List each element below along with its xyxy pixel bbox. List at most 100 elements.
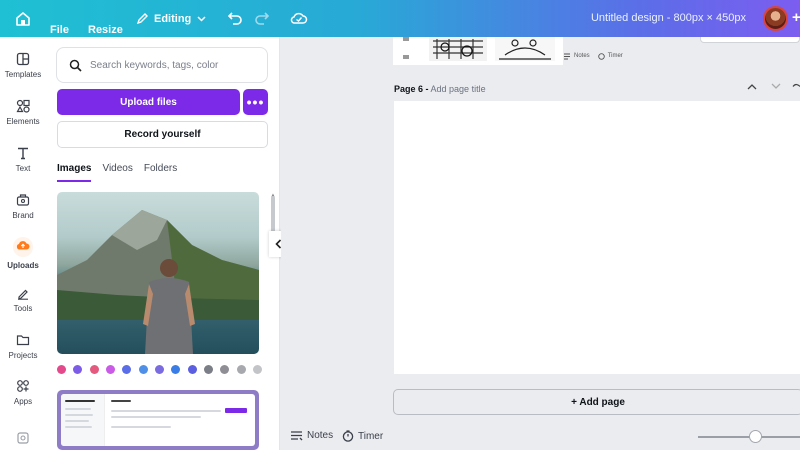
document-title[interactable]: Untitled design - 800px × 450px [591, 12, 746, 24]
notes-button[interactable]: Notes [290, 430, 333, 441]
redo-icon [255, 12, 270, 25]
screenshot-preview [61, 394, 255, 446]
rail-item-text[interactable]: Text [0, 146, 46, 173]
app-icon[interactable] [57, 365, 66, 374]
text-icon [18, 147, 28, 160]
timer-label: Timer [358, 430, 384, 442]
top-toolbar: File Resize Editing Untitled design - 80… [0, 0, 800, 37]
app-icon[interactable] [220, 365, 230, 374]
screenshot-line [65, 400, 95, 402]
rail-label: Tools [13, 304, 33, 313]
rail-item-elements[interactable]: Elements [0, 99, 46, 126]
home-button[interactable] [14, 10, 32, 27]
uploaded-image-screenshot[interactable] [57, 390, 259, 450]
save-status-button[interactable] [290, 10, 308, 31]
redo-button[interactable] [254, 10, 270, 31]
uploaded-image-mountain-lake[interactable] [57, 192, 259, 354]
cloud-check-icon [290, 12, 308, 24]
editing-mode-dropdown[interactable]: Editing [136, 0, 211, 37]
app-icon[interactable] [203, 365, 213, 374]
previous-notes-label[interactable]: Notes [574, 53, 590, 59]
left-rail: Templates Elements Text Brand Uploads To… [0, 37, 46, 450]
app-icon[interactable] [154, 365, 164, 374]
notes-label: Notes [307, 430, 334, 441]
chevron-up-icon [747, 84, 757, 90]
person-figure [143, 259, 195, 354]
rail-item-uploads[interactable]: Uploads [0, 237, 46, 270]
timer-button[interactable]: Timer [342, 430, 383, 442]
rail-label: Brand [12, 211, 34, 220]
chevron-down-icon [197, 15, 206, 22]
screenshot-line [111, 416, 201, 418]
tab-videos[interactable]: Videos [102, 163, 132, 182]
app-icon[interactable] [236, 365, 246, 374]
screenshot-line [65, 408, 91, 410]
rail-label: Templates [4, 70, 42, 79]
rail-item-projects[interactable]: Projects [0, 333, 46, 360]
user-avatar[interactable] [763, 6, 788, 31]
coloring-page-drawing [403, 37, 555, 61]
uploads-icon [16, 241, 30, 250]
timer-icon [597, 52, 605, 60]
rail-item-templates[interactable]: Templates [0, 52, 46, 79]
eye-icon [792, 83, 800, 87]
editing-mode-label: Editing [154, 12, 192, 25]
design-page-6[interactable] [394, 101, 800, 374]
rail-item-more[interactable] [0, 431, 46, 449]
screenshot-line [111, 400, 131, 402]
panel-scrollbar[interactable] [271, 196, 275, 236]
add-page-button[interactable]: + Add page [393, 389, 800, 415]
undo-button[interactable] [227, 10, 243, 31]
page-number-label: Page 6 - [394, 84, 429, 94]
app-icon[interactable] [252, 365, 262, 374]
undo-icon [227, 12, 242, 25]
search-box[interactable] [56, 47, 268, 83]
hide-page-button[interactable] [792, 82, 800, 94]
page-title-input[interactable]: Add page title [431, 84, 486, 94]
record-yourself-button[interactable]: Record yourself [57, 121, 268, 148]
app-icon[interactable] [122, 365, 132, 374]
timer-icon [342, 430, 354, 442]
previous-page-thumbnail[interactable] [393, 37, 563, 65]
home-icon [16, 12, 30, 26]
rail-label: Elements [6, 117, 40, 126]
screenshot-line [65, 426, 92, 428]
screenshot-line [111, 426, 171, 428]
app-icon[interactable] [73, 365, 83, 374]
elements-icon [16, 99, 30, 113]
app-icon[interactable] [187, 365, 197, 374]
rail-label: Uploads [7, 261, 39, 270]
rail-label: Projects [8, 351, 38, 360]
templates-icon [16, 52, 30, 66]
screenshot-line [65, 420, 89, 422]
screenshot-line [111, 410, 221, 412]
move-page-up-button[interactable] [747, 82, 757, 93]
previous-timer-label[interactable]: Timer [608, 53, 623, 59]
more-options-button[interactable]: ••• [243, 89, 268, 115]
share-plus-button[interactable]: + [792, 9, 800, 26]
app-icon[interactable] [171, 365, 181, 374]
app-icons-row [57, 365, 262, 379]
previous-page-edge [700, 37, 800, 43]
app-icon[interactable] [89, 365, 99, 374]
rail-item-brand[interactable]: Brand [0, 193, 46, 220]
move-page-down-button[interactable] [771, 82, 781, 93]
uploads-icon-wrapper [13, 237, 33, 257]
search-input[interactable] [90, 59, 260, 71]
photo-icon [17, 432, 29, 444]
screenshot-line [65, 414, 93, 416]
app-icon[interactable] [138, 365, 148, 374]
rail-label: Text [15, 164, 31, 173]
tab-images[interactable]: Images [57, 163, 92, 182]
app-icon[interactable] [105, 365, 115, 374]
media-tabs: Images Videos Folders [57, 163, 188, 182]
zoom-slider-handle[interactable] [749, 430, 762, 443]
rail-item-tools[interactable]: Tools [0, 286, 46, 313]
tab-folders[interactable]: Folders [144, 163, 177, 182]
screenshot-button [225, 408, 247, 413]
rail-item-apps[interactable]: Apps [0, 379, 46, 406]
upload-files-button[interactable]: Upload files [57, 89, 240, 115]
page-header: Page 6 - Add page title [394, 84, 486, 94]
tools-icon [18, 289, 28, 300]
rail-label: Apps [13, 397, 33, 406]
